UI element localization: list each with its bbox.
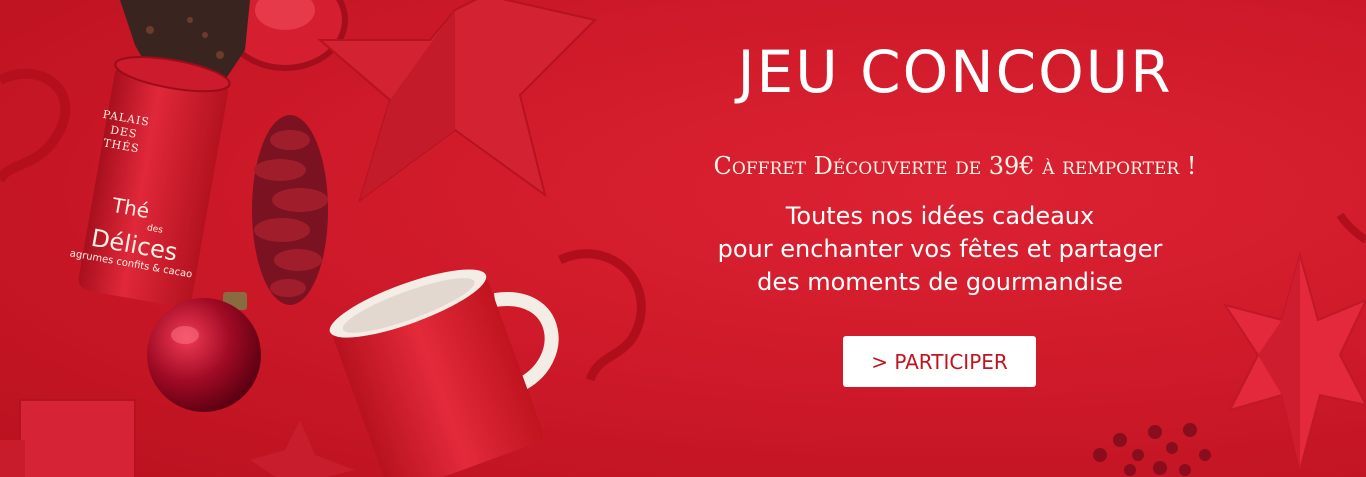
holly-berries bbox=[1093, 423, 1211, 476]
description-line: pour enchanter vos fêtes et partager bbox=[717, 235, 1163, 263]
tea-mug bbox=[329, 269, 559, 477]
promo-banner: PALAIS DES THÉS Thé des Délices agrumes … bbox=[0, 0, 1366, 477]
participate-button[interactable]: > PARTICIPER bbox=[843, 336, 1036, 387]
banner-subtitle: Coffret Découverte de 39€ à remporter ! bbox=[713, 152, 1197, 180]
brand-name: PALAIS DES THÉS bbox=[101, 107, 151, 156]
banner-description: Toutes nos idées cadeaux pour enchanter … bbox=[640, 200, 1240, 299]
pine-cone bbox=[252, 115, 328, 305]
ribbon-middle bbox=[557, 249, 646, 382]
description-line: Toutes nos idées cadeaux bbox=[785, 202, 1095, 230]
description-line: des moments de gourmandise bbox=[757, 268, 1123, 296]
product-label: PALAIS DES THÉS Thé des Délices agrumes … bbox=[61, 105, 226, 282]
tea-box bbox=[0, 399, 136, 477]
banner-title: JEU CONCOUR bbox=[737, 38, 1173, 106]
christmas-ornament bbox=[147, 292, 261, 412]
paper-star-large bbox=[317, 0, 597, 203]
paper-star-small bbox=[250, 420, 355, 477]
ribbon-left bbox=[0, 68, 71, 183]
